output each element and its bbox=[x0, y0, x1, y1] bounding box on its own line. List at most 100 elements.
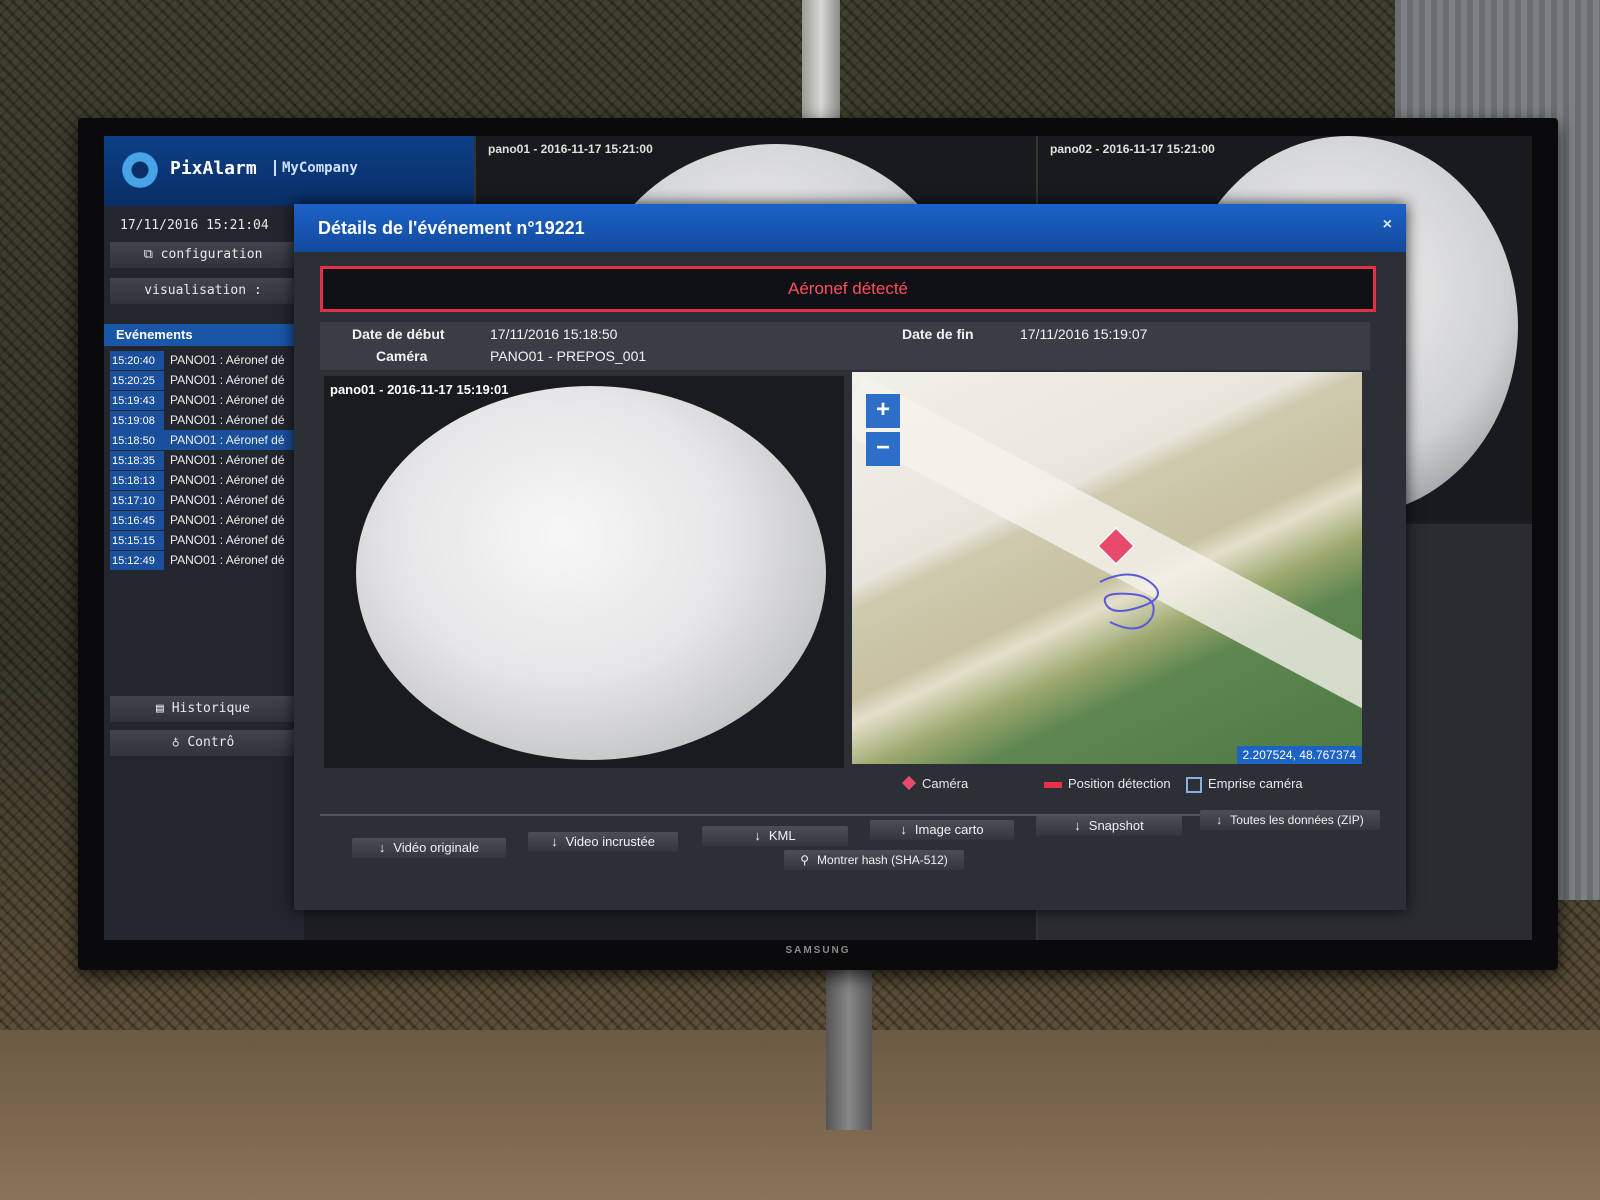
map-legend: Caméra Position détection Emprise caméra bbox=[854, 772, 1364, 800]
event-row[interactable]: 15:20:40 PANO01 : Aéronef dé bbox=[110, 350, 304, 370]
download-arrow-icon: ↓ bbox=[1074, 818, 1081, 833]
camera-tile-label: pano01 - 2016-11-17 15:21:00 bbox=[488, 142, 653, 156]
event-row[interactable]: 15:18:13 PANO01 : Aéronef dé bbox=[110, 470, 304, 490]
download-arrow-icon: ↓ bbox=[754, 828, 761, 843]
download-all-zip-button[interactable]: ↓ Toutes les données (ZIP) bbox=[1200, 810, 1380, 830]
screen: PixAlarm MyCompany pano01 - 2016-11-17 1… bbox=[104, 136, 1532, 940]
company-name: MyCompany bbox=[274, 160, 358, 176]
camera-value: PANO01 - PREPOS_001 bbox=[490, 348, 647, 364]
event-row[interactable]: 15:15:15 PANO01 : Aéronef dé bbox=[110, 530, 304, 550]
button-label: Snapshot bbox=[1088, 818, 1144, 833]
position-line-icon bbox=[1044, 781, 1062, 788]
start-date-label: Date de début bbox=[352, 326, 445, 342]
app-header: PixAlarm MyCompany bbox=[104, 136, 474, 206]
zoom-out-button[interactable]: − bbox=[866, 432, 900, 466]
sidebar: 17/11/2016 15:21:04 ⧉ configuration visu… bbox=[104, 206, 304, 940]
legend-camera-label: Caméra bbox=[922, 776, 969, 791]
event-row-selected[interactable]: 15:18:50 PANO01 : Aéronef dé bbox=[110, 430, 304, 450]
event-time: 15:20:25 bbox=[110, 371, 164, 390]
aperture-logo-icon bbox=[122, 152, 158, 188]
checkbox-icon[interactable] bbox=[1186, 776, 1202, 793]
event-time: 15:20:40 bbox=[110, 351, 164, 370]
modal-title: Détails de l'événement n°19221 bbox=[318, 218, 585, 238]
event-row[interactable]: 15:19:43 PANO01 : Aéronef dé bbox=[110, 390, 304, 410]
map-coordinates: 2.207524, 48.767374 bbox=[1236, 746, 1362, 764]
download-video-originale-button[interactable]: ↓ Vidéo originale bbox=[352, 838, 506, 858]
configuration-button[interactable]: ⧉ configuration bbox=[110, 242, 296, 268]
legend-footprint-label: Emprise caméra bbox=[1208, 776, 1303, 791]
events-header: Evénements bbox=[104, 324, 304, 346]
event-time: 15:15:15 bbox=[110, 531, 164, 550]
app-name: PixAlarm bbox=[170, 158, 257, 179]
event-time: 15:18:50 bbox=[110, 431, 164, 450]
video-panel[interactable]: pano01 - 2016-11-17 15:19:01 bbox=[324, 376, 844, 768]
event-desc: PANO01 : Aéronef dé bbox=[170, 533, 285, 547]
legend-position-label: Position détection bbox=[1068, 776, 1171, 791]
event-desc: PANO01 : Aéronef dé bbox=[170, 453, 285, 467]
download-video-incrustee-button[interactable]: ↓ Video incrustée bbox=[528, 832, 678, 852]
controle-label: Contrô bbox=[187, 735, 235, 750]
download-arrow-icon: ↓ bbox=[378, 840, 386, 855]
support-pole bbox=[802, 0, 840, 130]
event-time: 15:16:45 bbox=[110, 511, 164, 530]
download-snapshot-button[interactable]: ↓ Snapshot bbox=[1036, 816, 1182, 836]
button-label: Vidéo originale bbox=[393, 840, 480, 855]
events-header-label: Evénements bbox=[116, 327, 193, 342]
clock: 17/11/2016 15:21:04 bbox=[120, 218, 269, 233]
visualisation-label: visualisation : bbox=[144, 283, 262, 298]
legend-position: Position détection bbox=[1044, 776, 1171, 791]
event-row[interactable]: 15:16:45 PANO01 : Aéronef dé bbox=[110, 510, 304, 530]
camera-tile-label: pano02 - 2016-11-17 15:21:00 bbox=[1050, 142, 1215, 156]
button-label: KML bbox=[768, 828, 796, 843]
button-label: Montrer hash (SHA-512) bbox=[817, 853, 948, 867]
download-arrow-icon: ↓ bbox=[1216, 813, 1223, 827]
download-arrow-icon: ↓ bbox=[551, 834, 558, 849]
event-time: 15:18:35 bbox=[110, 451, 164, 470]
camera-label: Caméra bbox=[376, 348, 428, 364]
controle-button[interactable]: ♁ Contrô bbox=[110, 730, 296, 756]
event-desc: PANO01 : Aéronef dé bbox=[170, 393, 285, 407]
download-image-carto-button[interactable]: ↓ Image carto bbox=[870, 820, 1014, 840]
historique-button[interactable]: ▤ Historique bbox=[110, 696, 296, 722]
fisheye-video-frame bbox=[356, 386, 826, 760]
alert-banner: Aéronef détecté bbox=[320, 266, 1376, 312]
event-desc: PANO01 : Aéronef dé bbox=[170, 553, 285, 567]
search-icon: ⚲ bbox=[800, 853, 810, 867]
event-details-modal: Détails de l'événement n°19221 × Aéronef… bbox=[294, 204, 1406, 910]
camera-diamond-icon bbox=[901, 775, 917, 791]
tv-stand bbox=[826, 960, 872, 1130]
event-time: 15:18:13 bbox=[110, 471, 164, 490]
legend-camera: Caméra bbox=[901, 775, 969, 791]
event-desc: PANO01 : Aéronef dé bbox=[170, 413, 285, 427]
map-panel[interactable]: + − 2.207524, 48.767374 bbox=[852, 372, 1362, 764]
events-list: 15:20:40 PANO01 : Aéronef dé 15:20:25 PANO… bbox=[110, 350, 304, 570]
event-desc: PANO01 : Aéronef dé bbox=[170, 473, 285, 487]
zoom-in-button[interactable]: + bbox=[866, 394, 900, 428]
event-time: 15:12:49 bbox=[110, 551, 164, 570]
event-info: Date de début 17/11/2016 15:18:50 Caméra… bbox=[320, 322, 1370, 370]
event-time: 15:19:43 bbox=[110, 391, 164, 410]
event-row[interactable]: 15:18:35 PANO01 : Aéronef dé bbox=[110, 450, 304, 470]
legend-footprint[interactable]: Emprise caméra bbox=[1186, 776, 1303, 793]
event-desc: PANO01 : Aéronef dé bbox=[170, 373, 285, 387]
start-date-value: 17/11/2016 15:18:50 bbox=[490, 326, 618, 342]
event-row[interactable]: 15:20:25 PANO01 : Aéronef dé bbox=[110, 370, 304, 390]
end-date-label: Date de fin bbox=[902, 326, 974, 342]
event-desc: PANO01 : Aéronef dé bbox=[170, 513, 285, 527]
show-hash-button[interactable]: ⚲ Montrer hash (SHA-512) bbox=[784, 850, 964, 870]
event-row[interactable]: 15:19:08 PANO01 : Aéronef dé bbox=[110, 410, 304, 430]
event-desc: PANO01 : Aéronef dé bbox=[170, 353, 285, 367]
button-label: Toutes les données (ZIP) bbox=[1230, 813, 1364, 827]
event-row[interactable]: 15:12:49 PANO01 : Aéronef dé bbox=[110, 550, 304, 570]
historique-label: Historique bbox=[171, 701, 250, 716]
alert-text: Aéronef détecté bbox=[787, 279, 909, 298]
bulb-icon: ♁ bbox=[171, 735, 188, 750]
close-icon[interactable]: × bbox=[1383, 216, 1392, 234]
event-row[interactable]: 15:17:10 PANO01 : Aéronef dé bbox=[110, 490, 304, 510]
visualisation-button[interactable]: visualisation : bbox=[110, 278, 296, 304]
gear-icon: ⧉ bbox=[143, 247, 161, 262]
download-kml-button[interactable]: ↓ KML bbox=[702, 826, 848, 846]
tv-monitor: PixAlarm MyCompany pano01 - 2016-11-17 1… bbox=[78, 118, 1558, 970]
video-timestamp: pano01 - 2016-11-17 15:19:01 bbox=[330, 382, 509, 397]
configuration-label: configuration bbox=[160, 247, 263, 262]
